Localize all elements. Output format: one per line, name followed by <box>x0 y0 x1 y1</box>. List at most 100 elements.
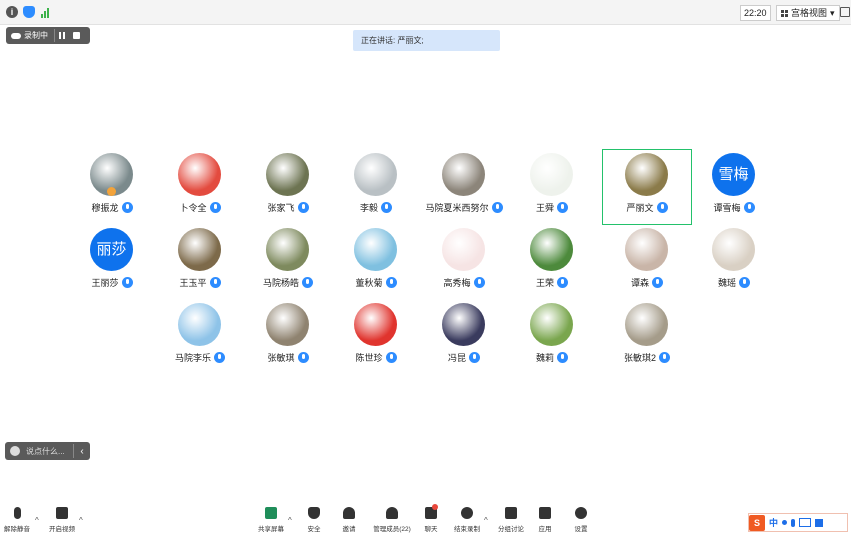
unmute-button[interactable]: 解除静音 <box>0 507 34 533</box>
participant-name: 冯昆 <box>447 353 466 363</box>
participant-name: 马院李乐 <box>174 353 211 363</box>
participant-tile[interactable]: 王玉平 <box>156 225 244 299</box>
signal-icon[interactable] <box>41 6 53 18</box>
participant-tile[interactable]: 张敏琪 <box>244 300 332 374</box>
participant-tile[interactable]: 马院杨皓 <box>244 225 332 299</box>
microphone-icon[interactable] <box>791 518 796 527</box>
info-icon[interactable]: i <box>6 6 18 18</box>
avatar <box>530 153 573 196</box>
participant-tile[interactable]: 王荣 <box>508 225 596 299</box>
chevron-down-icon: ▾ <box>830 8 835 18</box>
avatar <box>530 228 573 271</box>
view-switch-button[interactable]: 宫格视图 ▾ <box>776 5 840 21</box>
microphone-icon <box>491 202 503 213</box>
chat-button[interactable]: 聊天 <box>414 504 448 533</box>
emoji-icon[interactable] <box>10 446 20 456</box>
microphone-icon <box>121 277 133 288</box>
sogou-logo-icon: S <box>749 514 765 531</box>
microphone-icon <box>302 277 313 288</box>
microphone-icon <box>557 352 568 363</box>
avatar <box>178 303 221 346</box>
ime-language[interactable]: 中 <box>769 516 778 529</box>
participant-name-row: 王丽莎 <box>68 276 156 289</box>
participant-name-row: 魏莉 <box>508 351 596 364</box>
gear-icon <box>575 507 587 519</box>
participant-tile[interactable]: 王舜 <box>508 150 596 224</box>
microphone-icon <box>385 352 397 363</box>
chat-input-bar[interactable]: 说点什么... ‹ <box>5 442 90 460</box>
participant-tile[interactable]: 谭森 <box>603 225 691 299</box>
participant-tile[interactable]: 魏莉 <box>508 300 596 374</box>
share-screen-button[interactable]: 共享屏幕 <box>254 507 288 533</box>
participant-tile[interactable]: 马院夏米西努尔 <box>420 150 508 224</box>
shield-icon[interactable] <box>23 6 35 18</box>
stop-recording-button[interactable] <box>73 32 80 39</box>
participant-tile[interactable]: 高秀梅 <box>420 225 508 299</box>
avatar <box>354 228 397 271</box>
avatar <box>530 303 573 346</box>
participant-tile[interactable]: 卜令全 <box>156 150 244 224</box>
end-recording-button[interactable]: 结束录制 <box>450 507 484 533</box>
microphone-icon <box>469 352 480 363</box>
add-user-icon <box>343 507 355 519</box>
participant-name-row: 卜令全 <box>156 201 244 214</box>
recording-options-chevron-icon[interactable]: ^ <box>484 516 488 525</box>
view-label: 宫格视图 <box>791 8 828 18</box>
collapse-chevron-icon[interactable]: ‹ <box>74 446 90 457</box>
participant-name-row: 董秋菊 <box>332 276 420 289</box>
punctuation-icon[interactable] <box>782 520 788 525</box>
toolbox-icon[interactable] <box>815 518 824 527</box>
microphone-icon <box>659 352 670 363</box>
manage-participants-button[interactable]: 管理成员(22) <box>372 507 412 533</box>
avatar <box>178 228 221 271</box>
participant-tile[interactable]: 丽莎 王丽莎 <box>68 225 156 299</box>
participant-tile[interactable]: 马院李乐 <box>156 300 244 374</box>
recording-indicator: 录制中 <box>6 27 90 44</box>
participant-tile[interactable]: 雪梅 谭雪梅 <box>690 150 778 224</box>
participant-tile[interactable]: 严丽文 <box>602 149 692 225</box>
participant-tile[interactable]: 冯昆 <box>420 300 508 374</box>
avatar <box>266 228 309 271</box>
participant-name: 严丽文 <box>626 203 654 213</box>
keyboard-icon[interactable] <box>799 518 812 527</box>
avatar <box>178 153 221 196</box>
start-video-button[interactable]: 开启视频 <box>45 507 79 533</box>
settings-button[interactable]: 设置 <box>564 507 598 533</box>
share-options-chevron-icon[interactable]: ^ <box>288 516 292 525</box>
pause-recording-button[interactable] <box>55 27 69 44</box>
audio-options-chevron-icon[interactable]: ^ <box>35 516 39 525</box>
participant-tile[interactable]: 张敏琪2 <box>603 300 691 374</box>
avatar <box>354 303 397 346</box>
chat-placeholder[interactable]: 说点什么... <box>26 446 65 457</box>
participant-name-row: 马院夏米西努尔 <box>420 201 508 214</box>
microphone-icon <box>743 202 755 213</box>
shield-icon <box>308 507 320 519</box>
avatar <box>442 228 485 271</box>
microphone-icon <box>652 277 663 288</box>
ime-toolbar[interactable]: S 中 <box>748 513 848 532</box>
video-options-chevron-icon[interactable]: ^ <box>79 516 83 525</box>
raise-hand-icon <box>107 187 116 196</box>
breakout-rooms-button[interactable]: 分组讨论 <box>494 507 528 533</box>
fullscreen-icon[interactable] <box>840 7 850 17</box>
participant-tile[interactable]: 李毅 <box>332 150 420 224</box>
microphone-muted-icon <box>13 507 21 519</box>
participant-tile[interactable]: 魏瑶 <box>690 225 778 299</box>
participant-tile[interactable]: 董秋菊 <box>332 225 420 299</box>
participant-name: 王丽莎 <box>91 278 119 288</box>
participant-name: 王荣 <box>535 278 554 288</box>
participant-tile[interactable]: 张家飞 <box>244 150 332 224</box>
participant-name: 谭雪梅 <box>713 203 741 213</box>
microphone-icon <box>209 202 221 213</box>
microphone-icon <box>297 352 309 363</box>
invite-button[interactable]: 邀请 <box>332 507 366 533</box>
apps-button[interactable]: 应用 <box>528 507 562 533</box>
participant-name-row: 马院杨皓 <box>244 276 332 289</box>
participant-tile[interactable]: 陈世珍 <box>332 300 420 374</box>
participant-tile[interactable]: 穆振龙 <box>68 150 156 224</box>
participant-name-row: 严丽文 <box>603 201 691 214</box>
security-button[interactable]: 安全 <box>297 507 331 533</box>
participant-name: 马院杨皓 <box>262 278 299 288</box>
participant-name: 王舜 <box>535 203 554 213</box>
camera-off-icon <box>56 507 68 519</box>
